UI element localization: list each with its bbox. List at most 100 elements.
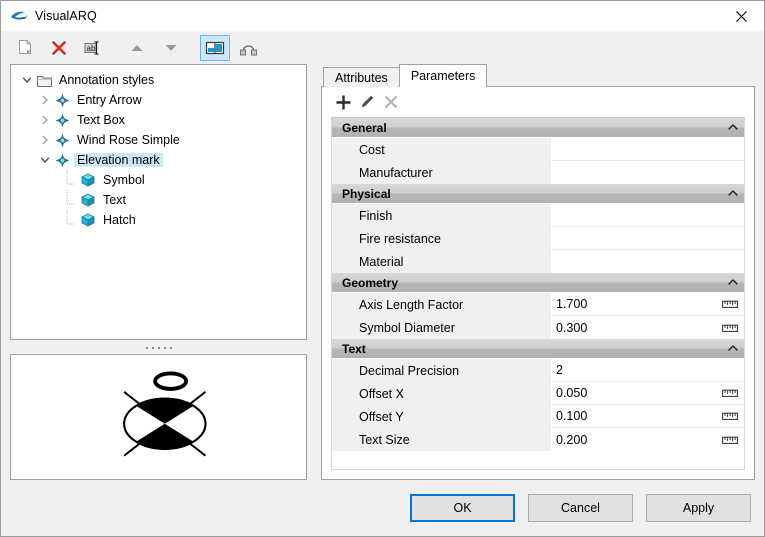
property-name: Material (332, 250, 550, 273)
group-header-geometry[interactable]: Geometry (332, 273, 744, 293)
parameters-grid[interactable]: General Cost Manufacturer Physical Finish Fir… (331, 117, 745, 470)
property-value-field[interactable]: 0.300 (550, 316, 744, 339)
tree-item-label: Hatch (103, 213, 136, 227)
property-row: Cost (332, 138, 744, 161)
property-name: Offset Y (332, 405, 550, 428)
tree-dotline (63, 210, 79, 230)
tab-strip: Attributes Parameters (321, 64, 755, 87)
tree-item-text[interactable]: Text (11, 190, 306, 210)
property-value-field[interactable] (550, 161, 744, 184)
group-header-physical[interactable]: Physical (332, 184, 744, 204)
apply-button[interactable]: Apply (646, 494, 751, 522)
new-style-button[interactable] (10, 35, 40, 61)
dialog-footer: OK Cancel Apply (1, 480, 764, 536)
property-row: Manufacturer (332, 161, 744, 184)
tree-dotline (63, 170, 79, 190)
group-header-general[interactable]: General (332, 118, 744, 138)
chevron-down-icon[interactable] (37, 155, 53, 165)
folder-icon (35, 74, 53, 87)
property-value-field[interactable] (550, 250, 744, 273)
remove-parameter-button[interactable] (380, 91, 402, 113)
move-down-button[interactable] (156, 35, 186, 61)
rename-style-button[interactable]: ab (78, 35, 108, 61)
group-body-geometry: Axis Length Factor 1.700 Symbol Diameter 0.… (332, 293, 744, 339)
curve-tool-button[interactable] (234, 35, 264, 61)
group-title: Physical (342, 186, 391, 201)
property-value-text: 2 (556, 363, 563, 377)
property-name: Manufacturer (332, 161, 550, 184)
splitter-grip (145, 347, 172, 349)
property-name: Decimal Precision (332, 359, 550, 382)
tab-parameters[interactable]: Parameters (398, 64, 488, 87)
parameters-panel: General Cost Manufacturer Physical Finish Fir… (321, 86, 755, 480)
tree-item-annotation-styles[interactable]: Annotation styles (11, 70, 306, 90)
property-value-field[interactable]: 0.100 (550, 405, 744, 428)
add-parameter-button[interactable] (332, 91, 354, 113)
property-value-text: 0.200 (556, 432, 588, 447)
right-column: Attributes Parameters General Cost Manuf… (321, 64, 755, 480)
preview-panel (10, 354, 307, 480)
tree-item-hatch[interactable]: Hatch (11, 210, 306, 230)
property-value-text: 0.050 (556, 386, 588, 400)
property-row: Offset Y 0.100 (332, 405, 744, 428)
dialog-body: Annotation styles Entry Arrow Text Box Wind… (1, 64, 764, 480)
group-body-general: Cost Manufacturer (332, 138, 744, 184)
chevron-down-icon[interactable] (19, 75, 35, 85)
styles-toolbar: ab (1, 31, 764, 64)
tree-item-label: Wind Rose Simple (77, 133, 180, 147)
ruler-icon[interactable] (722, 299, 738, 309)
chevron-up-icon[interactable] (728, 344, 738, 353)
close-icon[interactable] (718, 1, 764, 31)
panel-splitter[interactable] (10, 340, 307, 354)
property-name: Axis Length Factor (332, 293, 550, 316)
group-header-text[interactable]: Text (332, 339, 744, 359)
property-row: Decimal Precision 2 (332, 359, 744, 382)
tree-item-entry-arrow[interactable]: Entry Arrow (11, 90, 306, 110)
tab-attributes[interactable]: Attributes (323, 67, 400, 87)
group-body-text: Decimal Precision 2 Offset X 0.050 Offset Y 0… (332, 359, 744, 451)
property-value-field[interactable]: 0.200 (550, 428, 744, 451)
group-title: Text (342, 341, 366, 356)
cube-icon (79, 173, 97, 187)
move-up-button[interactable] (122, 35, 152, 61)
tree-item-wind-rose-simple[interactable]: Wind Rose Simple (11, 130, 306, 150)
tree-item-symbol[interactable]: Symbol (11, 170, 306, 190)
property-value-field[interactable]: 1.700 (550, 293, 744, 316)
cube-icon (79, 213, 97, 227)
property-value-field[interactable]: 2 (550, 359, 744, 382)
tree-dotline (63, 190, 79, 210)
tree-item-label: Symbol (103, 173, 145, 187)
ruler-icon[interactable] (722, 411, 738, 421)
styles-tree[interactable]: Annotation styles Entry Arrow Text Box Wind… (10, 64, 307, 340)
chevron-up-icon[interactable] (728, 278, 738, 287)
chevron-right-icon[interactable] (37, 95, 53, 105)
chevron-right-icon[interactable] (37, 135, 53, 145)
chevron-up-icon[interactable] (728, 189, 738, 198)
ok-button[interactable]: OK (410, 494, 515, 522)
ruler-icon[interactable] (722, 323, 738, 333)
chevron-right-icon[interactable] (37, 115, 53, 125)
property-row: Offset X 0.050 (332, 382, 744, 405)
property-value-field[interactable] (550, 227, 744, 250)
property-name: Offset X (332, 382, 550, 405)
property-value-field[interactable]: 0.050 (550, 382, 744, 405)
annotation-style-icon (53, 133, 71, 148)
ruler-icon[interactable] (722, 388, 738, 398)
delete-style-button[interactable] (44, 35, 74, 61)
tree-item-label: Entry Arrow (77, 93, 142, 107)
property-value-text: 0.300 (556, 320, 588, 335)
property-name: Symbol Diameter (332, 316, 550, 339)
ruler-icon[interactable] (722, 435, 738, 445)
edit-parameter-button[interactable] (356, 91, 378, 113)
chevron-up-icon[interactable] (728, 123, 738, 132)
tree-item-elevation-mark[interactable]: Elevation mark (11, 150, 306, 170)
svg-text:ab: ab (87, 44, 96, 53)
toggle-preview-button[interactable] (200, 34, 230, 61)
tree-item-label: Elevation mark (74, 153, 163, 167)
tree-item-label: Text (103, 193, 126, 207)
tree-item-text-box[interactable]: Text Box (11, 110, 306, 130)
cancel-button[interactable]: Cancel (528, 494, 633, 522)
tree-item-label: Annotation styles (59, 73, 155, 87)
property-value-field[interactable] (550, 204, 744, 227)
property-value-field[interactable] (550, 138, 744, 161)
